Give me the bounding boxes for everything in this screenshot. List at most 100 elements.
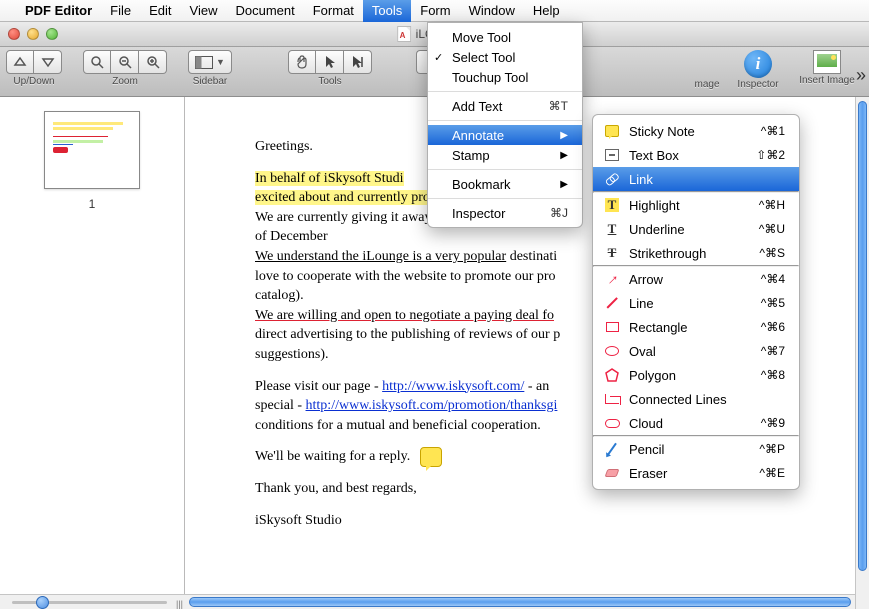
annotate-eraser[interactable]: Eraser^⌘E [593, 461, 799, 485]
annotate-submenu: Sticky Note^⌘1 Text Box⇧⌘2 Link T Highli… [592, 114, 800, 490]
toggle-sidebar-button[interactable]: ▼ [188, 50, 232, 74]
strikethrough-icon: T [603, 244, 621, 262]
tools-menu-move[interactable]: Move Tool [428, 27, 582, 47]
toolbar-overflow-button[interactable]: » [856, 65, 861, 86]
page-down-button[interactable] [34, 50, 62, 74]
horizontal-scrollbar[interactable] [185, 594, 855, 609]
line-shape-icon [603, 294, 621, 312]
annotate-connected-lines[interactable]: Connected Lines [593, 387, 799, 411]
menu-file[interactable]: File [101, 0, 140, 22]
close-window-button[interactable] [8, 28, 20, 40]
sticky-note-annotation[interactable] [420, 447, 442, 467]
toolbar-image-label: mage [694, 79, 719, 90]
link-icon [603, 170, 621, 188]
zoom-in-button[interactable] [139, 50, 167, 74]
minimize-window-button[interactable] [27, 28, 39, 40]
oval-shape-icon [603, 342, 621, 360]
page-up-icon [13, 56, 27, 68]
sidebar-icon [195, 56, 213, 69]
submenu-arrow-icon: ▶ [530, 130, 568, 141]
menu-help[interactable]: Help [524, 0, 569, 22]
vertical-scrollbar[interactable] [855, 97, 869, 609]
tools-menu-inspector[interactable]: Inspector⌘J [428, 203, 582, 223]
horizontal-scrollbar-thumb[interactable] [189, 597, 851, 607]
menu-edit[interactable]: Edit [140, 0, 180, 22]
toolbar-inspector-label: Inspector [737, 79, 778, 90]
cursor-icon [323, 54, 337, 70]
annotate-cloud[interactable]: Cloud^⌘9 [593, 411, 799, 435]
arrow-tool-button[interactable] [316, 50, 344, 74]
thumbnails-sidebar: 1 [0, 97, 185, 609]
vertical-scrollbar-thumb[interactable] [858, 101, 867, 571]
toolbar-insert-image-group[interactable]: Insert Image [791, 50, 863, 86]
sidebar-zoom-slider-area: ||| [0, 594, 185, 609]
toolbar-zoom-group: Zoom [83, 50, 167, 87]
page-up-button[interactable] [6, 50, 34, 74]
arrow-shape-icon: → [603, 270, 621, 288]
doc-link-2[interactable]: http://www.iskysoft.com/promotion/thanks… [306, 398, 558, 413]
highlight-icon: T [603, 196, 621, 214]
annotate-oval[interactable]: Oval^⌘7 [593, 339, 799, 363]
zoom-out-button[interactable] [111, 50, 139, 74]
annotate-link[interactable]: Link [593, 167, 799, 191]
menu-form[interactable]: Form [411, 0, 459, 22]
traffic-lights [8, 28, 58, 40]
toolbar-sidebar-group: ▼ Sidebar [188, 50, 232, 87]
app-name[interactable]: PDF Editor [16, 3, 101, 18]
annotate-sticky-note[interactable]: Sticky Note^⌘1 [593, 119, 799, 143]
zoom-slider-knob[interactable] [36, 596, 49, 609]
magnifier-icon [90, 55, 104, 69]
toolbar-insert-image-label: Insert Image [799, 75, 855, 86]
toolbar-updown-group: Up/Down [6, 50, 62, 87]
pencil-icon [603, 440, 621, 458]
annotate-pencil[interactable]: Pencil^⌘P [593, 437, 799, 461]
text-box-icon [603, 146, 621, 164]
tools-menu-stamp[interactable]: Stamp▶ [428, 145, 582, 165]
hand-tool-button[interactable] [288, 50, 316, 74]
touchup-icon [350, 54, 366, 70]
zoom-fit-button[interactable] [83, 50, 111, 74]
annotate-text-box[interactable]: Text Box⇧⌘2 [593, 143, 799, 167]
annotate-strikethrough[interactable]: T Strikethrough^⌘S [593, 241, 799, 265]
toolbar-tools-group: Tools [288, 50, 372, 87]
toolbar-inspector-group[interactable]: i Inspector [729, 50, 787, 90]
page-thumbnail-1[interactable] [44, 111, 140, 189]
toolbar-sidebar-label: Sidebar [193, 76, 227, 87]
annotate-line[interactable]: Line^⌘5 [593, 291, 799, 315]
annotate-polygon[interactable]: Polygon^⌘8 [593, 363, 799, 387]
tools-menu-annotate[interactable]: Annotate▶ [428, 125, 582, 145]
menu-tools[interactable]: Tools [363, 0, 411, 22]
sticky-note-icon [603, 122, 621, 140]
tools-menu-touchup[interactable]: Touchup Tool [428, 67, 582, 87]
toolbar-zoom-label: Zoom [112, 76, 138, 87]
info-icon: i [744, 50, 772, 78]
tools-menu-select[interactable]: ✓Select Tool [428, 47, 582, 67]
menu-view[interactable]: View [181, 0, 227, 22]
tools-menu-addtext[interactable]: Add Text⌘T [428, 96, 582, 116]
annotate-highlight[interactable]: T Highlight^⌘H [593, 193, 799, 217]
doc-link-1[interactable]: http://www.iskysoft.com/ [382, 379, 524, 394]
annotate-arrow[interactable]: → Arrow^⌘4 [593, 267, 799, 291]
menu-window[interactable]: Window [460, 0, 524, 22]
eraser-icon [603, 464, 621, 482]
toolbar-updown-label: Up/Down [13, 76, 54, 87]
annotate-underline[interactable]: T Underline^⌘U [593, 217, 799, 241]
connected-lines-icon [603, 390, 621, 408]
menubar: PDF Editor File Edit View Document Forma… [0, 0, 869, 22]
submenu-arrow-icon: ▶ [530, 179, 568, 190]
page-down-icon [41, 56, 55, 68]
zoom-window-button[interactable] [46, 28, 58, 40]
checkmark-icon: ✓ [434, 51, 443, 64]
menu-document[interactable]: Document [226, 0, 303, 22]
doc-p8: iSkysoft Studio [255, 511, 785, 531]
touchup-tool-button[interactable] [344, 50, 372, 74]
tools-menu-bookmark[interactable]: Bookmark▶ [428, 174, 582, 194]
submenu-arrow-icon: ▶ [530, 150, 568, 161]
toolbar-tools-label: Tools [318, 76, 341, 87]
page-thumbnail-label: 1 [89, 197, 96, 211]
annotate-rectangle[interactable]: Rectangle^⌘6 [593, 315, 799, 339]
insert-image-icon [813, 50, 841, 74]
rectangle-shape-icon [603, 318, 621, 336]
hand-icon [294, 54, 310, 70]
menu-format[interactable]: Format [304, 0, 363, 22]
